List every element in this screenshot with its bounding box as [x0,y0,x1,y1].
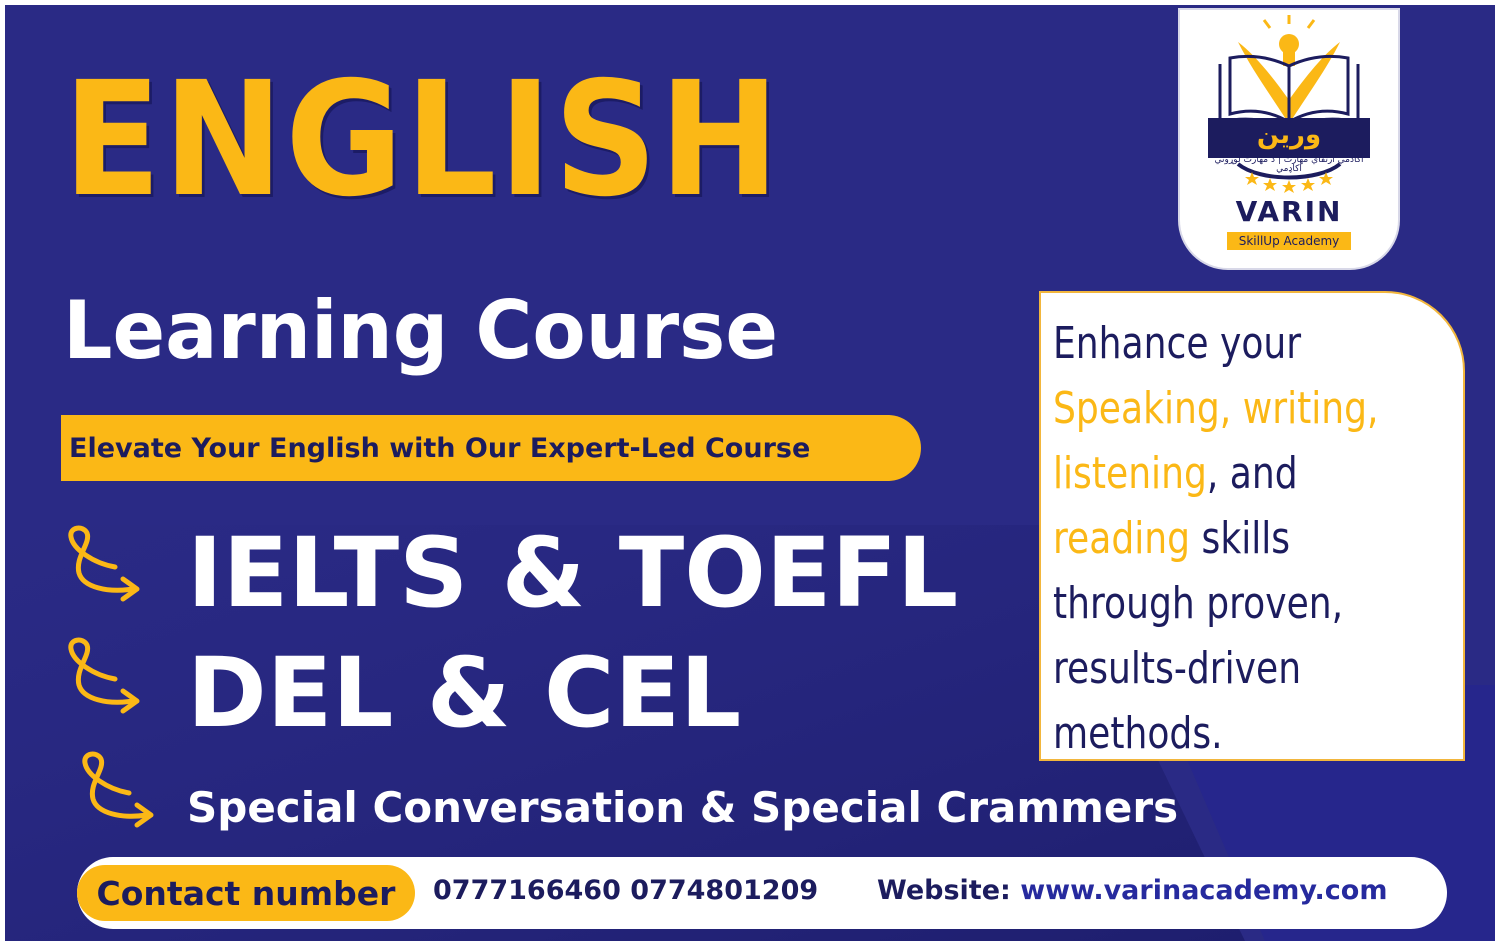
info-connector-skills: skills [1190,513,1291,564]
phone-number-1[interactable]: 0777166460 [433,875,621,906]
logo-tagline: SkillUp Academy [1227,232,1351,250]
tagline-text: Elevate Your English with Our Expert-Led… [69,432,811,464]
website: Website: www.varinacademy.com [877,877,1387,904]
tagline-banner: Elevate Your English with Our Expert-Led… [61,415,921,481]
logo-name: VARIN [1235,195,1343,228]
poster: ENGLISH Learning Course Elevate Your Eng… [0,0,1500,946]
course-ielts-toefl: IELTS & TOEFL [187,517,959,629]
logo-arabic-subtitle: أكادمي ارتقاي مهارت | د مهارت لوړوني اکا… [1214,155,1364,174]
curly-arrow-icon [82,751,154,828]
info-skill-listening: listening [1053,448,1207,499]
phone-number-2[interactable]: 0774801209 [630,875,818,906]
headline-english: ENGLISH [63,48,782,232]
info-connector-and: , and [1206,448,1298,499]
course-special-conversation: Special Conversation & Special Crammers [187,783,1179,832]
info-line-6: results-driven [1053,643,1302,694]
info-line-skills-1: Speaking, writing, [1053,383,1379,434]
website-link[interactable]: www.varinacademy.com [1020,875,1387,906]
logo-arabic-name: ورين [1256,120,1322,150]
contact-pill: Contact number [77,865,415,921]
info-line-reading: reading skills [1053,506,1463,571]
info-line-listening: listening, and [1053,441,1463,506]
phone-numbers: 0777166460 0774801209 [433,877,818,904]
curly-arrow-icon [68,637,140,714]
headline-learning-course: Learning Course [63,284,778,377]
info-line-intro: Enhance your [1053,318,1302,369]
info-skill-reading: reading [1053,513,1191,564]
info-line-5: through proven, [1053,578,1344,629]
logo-card: ورين أكادمي ارتقاي مهارت | د مهارت لوړون… [1180,10,1398,268]
info-line-7: methods. [1053,708,1223,759]
info-box: Enhance your Speaking, writing, listenin… [1039,291,1465,761]
info-text: Enhance your Speaking, writing, listenin… [1053,311,1463,766]
course-del-cel: DEL & CEL [187,637,742,749]
website-label: Website: [877,875,1011,906]
contact-label: Contact number [96,873,396,913]
footer-bar: Contact number 0777166460 0774801209 Web… [77,857,1447,929]
curly-arrow-icon [68,525,140,602]
